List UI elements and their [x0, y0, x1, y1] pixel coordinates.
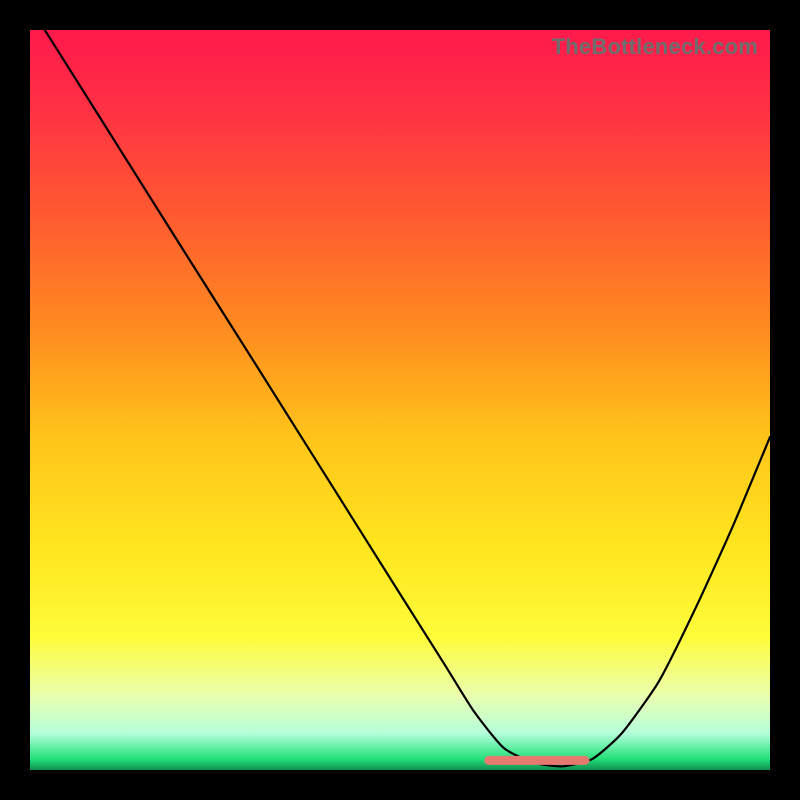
bottleneck-curve	[30, 30, 770, 770]
watermark-text: TheBottleneck.com	[552, 34, 758, 60]
plot-area: TheBottleneck.com	[30, 30, 770, 770]
chart-frame: TheBottleneck.com	[0, 0, 800, 800]
